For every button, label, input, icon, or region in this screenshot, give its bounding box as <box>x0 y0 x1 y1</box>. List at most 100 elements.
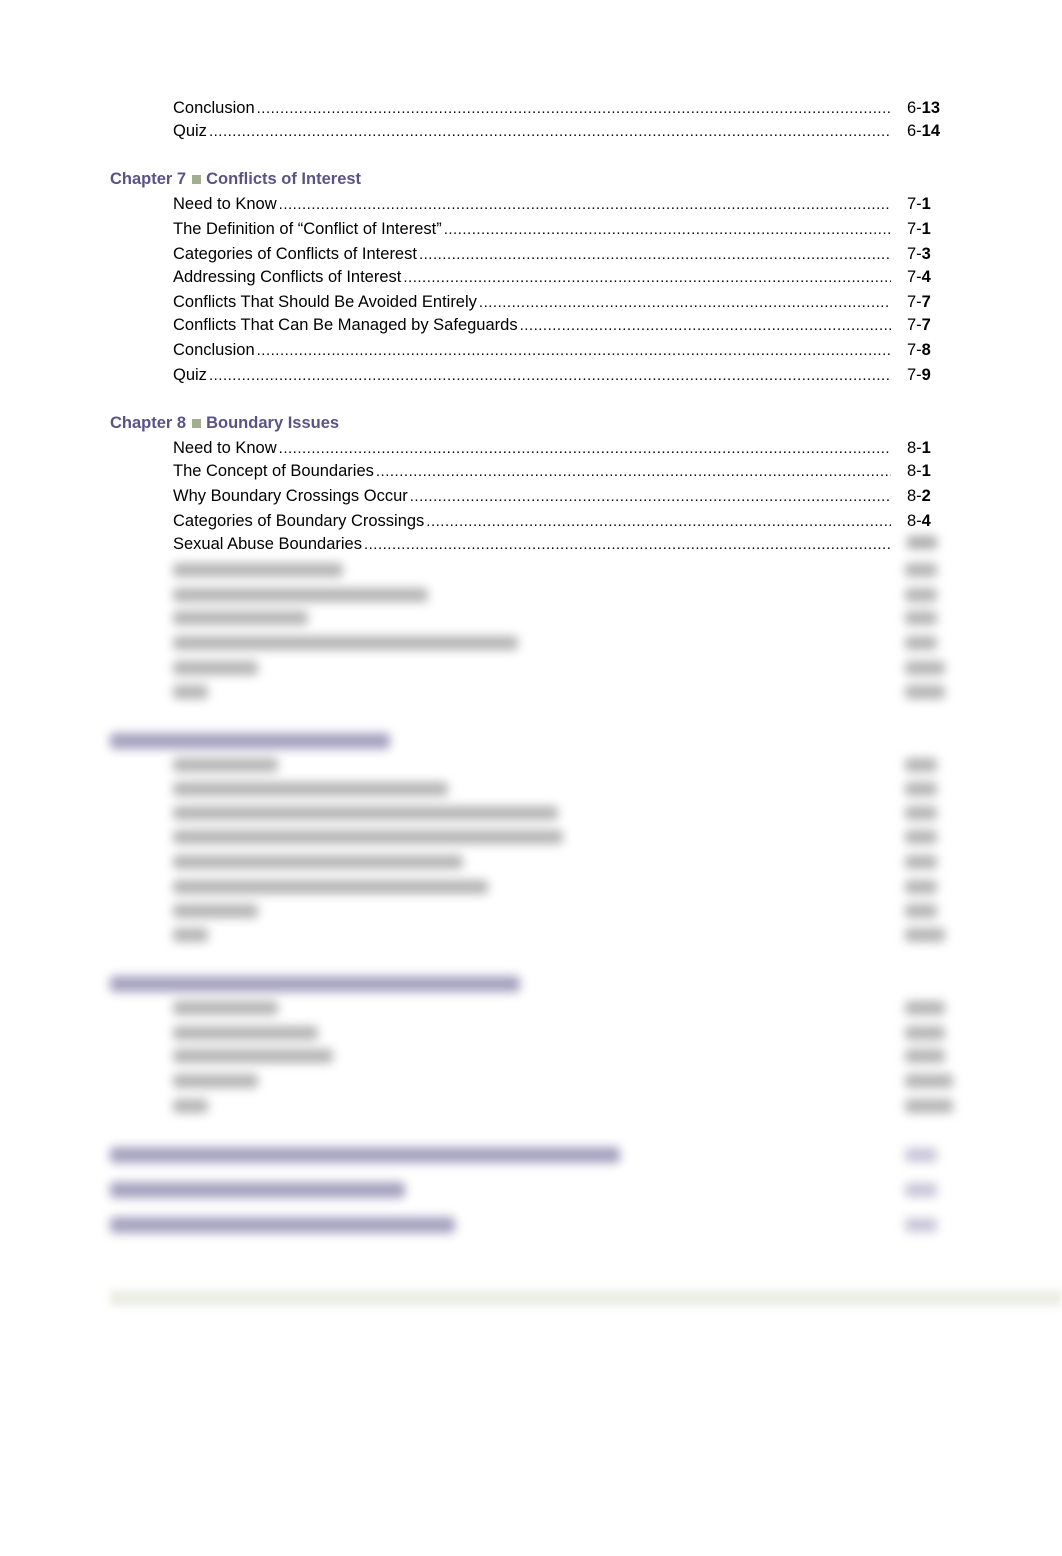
dot-leader <box>364 534 891 556</box>
obscured-entry <box>173 830 563 844</box>
dot-leader <box>209 121 891 143</box>
obscured-page <box>905 611 937 625</box>
toc-entry-page: 6-14 <box>907 122 941 140</box>
chapter-number: Chapter 7 <box>110 170 187 188</box>
obscured-entry <box>173 782 448 796</box>
obscured-page <box>905 880 937 894</box>
toc-entry[interactable]: Conclusion 7-8 <box>173 339 943 361</box>
obscured-page <box>905 782 937 796</box>
square-bullet-icon <box>192 418 202 428</box>
toc-entry-page: 7-7 <box>907 316 931 334</box>
obscured-page <box>905 1099 953 1113</box>
obscured-entry <box>173 880 488 894</box>
obscured-entry <box>173 928 208 942</box>
toc-entry-label: Categories of Boundary Crossings <box>173 512 425 530</box>
toc-entry-label: Quiz <box>173 122 207 140</box>
obscured-entry <box>173 1026 318 1040</box>
obscured-page <box>905 928 945 942</box>
obscured-entry <box>173 685 208 699</box>
toc-entry-label: Conclusion <box>173 341 255 359</box>
toc-entry-page: 8-2 <box>907 487 931 505</box>
chapter-number: Chapter 8 <box>110 414 187 432</box>
obscured-entry <box>173 563 343 577</box>
toc-entry[interactable]: Quiz 7-9 <box>173 364 943 386</box>
obscured-page <box>905 1218 937 1232</box>
obscured-page <box>905 636 937 650</box>
toc-entry[interactable]: Addressing Conflicts of Interest 7-4 <box>173 266 943 288</box>
toc-entry[interactable]: Why Boundary Crossings Occur 8-2 <box>173 485 943 507</box>
chapter-heading[interactable]: Chapter 8 Boundary Issues <box>110 412 339 434</box>
obscured-appendix-heading <box>110 1147 620 1163</box>
chapter-title: Conflicts of Interest <box>206 170 362 188</box>
toc-entry-label: Conflicts That Should Be Avoided Entirel… <box>173 293 477 311</box>
obscured-appendix-heading <box>110 1182 405 1198</box>
dot-leader <box>279 194 891 216</box>
toc-entry-page: 8-1 <box>907 439 931 457</box>
obscured-entry <box>173 1049 333 1063</box>
toc-entry-label: Quiz <box>173 366 207 384</box>
toc-entry-label: Need to Know <box>173 195 277 213</box>
toc-entry-page: 8-4 <box>907 512 931 530</box>
toc-entry-page: 7-3 <box>907 245 931 263</box>
dot-leader <box>520 315 891 337</box>
obscured-entry <box>173 806 558 820</box>
obscured-entry <box>173 758 278 772</box>
toc-entry[interactable]: Quiz 6-14 <box>173 120 943 142</box>
dot-leader <box>419 244 891 266</box>
dot-leader <box>426 511 891 533</box>
toc-entry-label: Categories of Conflicts of Interest <box>173 245 417 263</box>
toc-entry[interactable]: Need to Know 7-1 <box>173 193 943 215</box>
obscured-page <box>905 685 945 699</box>
obscured-entry <box>173 855 463 869</box>
toc-entry[interactable]: Conclusion 6-13 <box>173 97 943 119</box>
obscured-page <box>905 1026 945 1040</box>
obscured-page <box>905 1001 945 1015</box>
toc-entry[interactable]: Conflicts That Should Be Avoided Entirel… <box>173 291 943 313</box>
obscured-chapter-heading <box>110 733 390 749</box>
footer-rule <box>110 1290 1062 1306</box>
toc-entry-page: 7-1 <box>907 195 931 213</box>
toc-entry[interactable]: Need to Know 8-1 <box>173 437 943 459</box>
obscured-chapter-heading <box>110 976 520 992</box>
toc-entry[interactable]: The Definition of “Conflict of Interest”… <box>173 218 943 240</box>
dot-leader <box>410 486 891 508</box>
square-bullet-icon <box>192 174 202 184</box>
toc-entry[interactable]: Sexual Abuse Boundaries <box>173 533 943 555</box>
obscured-page <box>905 855 937 869</box>
obscured-entry <box>173 588 428 602</box>
toc-entry-label: Sexual Abuse Boundaries <box>173 535 362 553</box>
obscured-page <box>905 806 937 820</box>
obscured-entry <box>173 1001 278 1015</box>
toc-entry[interactable]: The Concept of Boundaries 8-1 <box>173 460 943 482</box>
obscured-page <box>905 830 937 844</box>
toc-entry-page: 7-8 <box>907 341 931 359</box>
toc-entry-label: Why Boundary Crossings Occur <box>173 487 408 505</box>
toc-entry-label: Addressing Conflicts of Interest <box>173 268 402 286</box>
obscured-page <box>905 588 937 602</box>
obscured-entry <box>173 1074 258 1088</box>
obscured-entry <box>173 661 258 675</box>
chapter-title: Boundary Issues <box>206 414 340 432</box>
dot-leader <box>257 98 891 120</box>
toc-entry-label: Need to Know <box>173 439 277 457</box>
dot-leader <box>376 461 891 483</box>
toc-entry[interactable]: Categories of Boundary Crossings 8-4 <box>173 510 943 532</box>
obscured-page <box>905 904 937 918</box>
toc-entry[interactable]: Categories of Conflicts of Interest 7-3 <box>173 243 943 265</box>
obscured-page <box>905 563 937 577</box>
toc-entry-label: The Definition of “Conflict of Interest” <box>173 220 442 238</box>
dot-leader <box>403 267 891 289</box>
toc-entry-page: 7-9 <box>907 366 931 384</box>
chapter-heading[interactable]: Chapter 7 Conflicts of Interest <box>110 168 361 190</box>
obscured-page <box>905 1074 953 1088</box>
toc-entry-label: Conclusion <box>173 99 255 117</box>
toc-entry[interactable]: Conflicts That Can Be Managed by Safegua… <box>173 314 943 336</box>
obscured-page <box>905 1148 937 1162</box>
dot-leader <box>257 340 891 362</box>
toc-entry-label: The Concept of Boundaries <box>173 462 374 480</box>
toc-entry-page: 6-13 <box>907 99 941 117</box>
toc-entry-page: 7-1 <box>907 220 931 238</box>
obscured-page <box>905 661 945 675</box>
dot-leader <box>209 365 891 387</box>
obscured-page <box>905 1049 945 1063</box>
